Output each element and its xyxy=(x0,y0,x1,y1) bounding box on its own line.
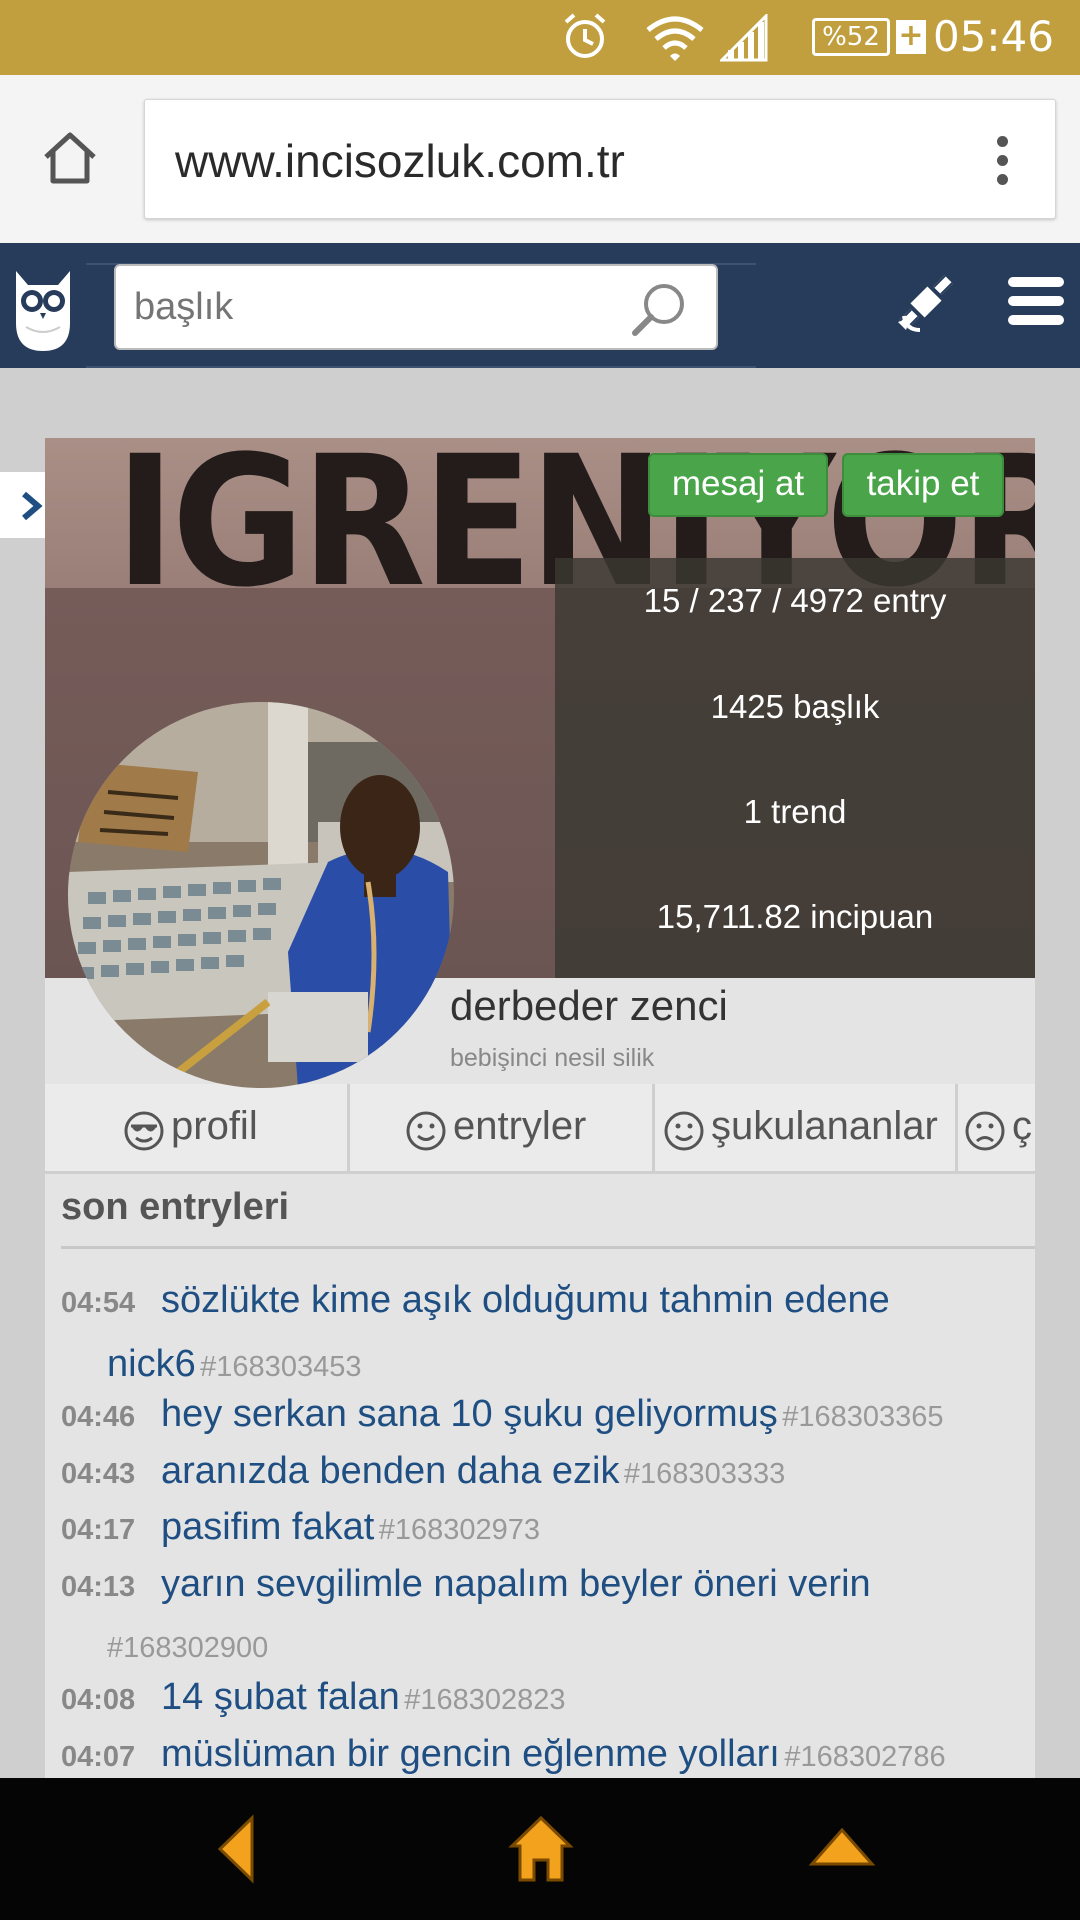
entry-title[interactable]: müslüman bir gencin eğlenme yolları xyxy=(161,1733,780,1775)
profile-tabs: profil entryler şukulananlar ç xyxy=(45,1084,1035,1174)
wifi-icon xyxy=(646,16,704,61)
follow-button[interactable]: takip et xyxy=(842,453,1004,517)
scroll-top-icon[interactable] xyxy=(808,1824,876,1874)
entry-id[interactable]: #168302973 xyxy=(379,1514,540,1546)
entry-time: 04:07 xyxy=(61,1741,136,1773)
signal-icon xyxy=(720,14,768,62)
battery-icon: %52 xyxy=(812,18,890,56)
chevron-right-icon xyxy=(22,491,43,521)
entry-time: 04:43 xyxy=(61,1458,136,1490)
entry-time: 04:17 xyxy=(61,1514,136,1546)
list-item[interactable]: 04:54 sözlükte kime aşık olduğumu tahmin … xyxy=(61,1272,1031,1400)
tab-entryler[interactable]: entryler xyxy=(350,1084,655,1171)
avatar[interactable] xyxy=(68,702,454,1088)
navigation-bar xyxy=(0,1778,1080,1920)
entry-time: 04:08 xyxy=(61,1684,136,1716)
entry-id[interactable]: #168303333 xyxy=(624,1458,785,1490)
charging-icon: + xyxy=(896,20,926,54)
clock: 05:46 xyxy=(932,12,1054,61)
address-bar[interactable]: www.incisozluk.com.tr xyxy=(144,99,1056,219)
smile-icon xyxy=(406,1111,446,1151)
list-item[interactable]: 04:46 hey serkan sana 10 şuku geliyormuş … xyxy=(61,1386,1031,1450)
status-bar: %52 + 05:46 xyxy=(0,0,1080,75)
stat-points: 15,711.82 incipuan xyxy=(656,898,934,935)
smile-icon xyxy=(664,1111,704,1151)
entry-title-cont[interactable]: nick6 xyxy=(107,1343,196,1385)
entry-id[interactable]: #168302823 xyxy=(404,1684,565,1716)
username: derbeder zenci xyxy=(450,982,728,1029)
section-title: son entryleri xyxy=(61,1186,290,1228)
entry-title[interactable]: sözlükte kime aşık olduğumu tahmin edene xyxy=(161,1279,890,1321)
list-item[interactable]: 04:08 14 şubat falan #168302823 xyxy=(61,1669,1031,1733)
entry-id[interactable]: #168302900 xyxy=(107,1632,268,1664)
alarm-icon xyxy=(564,13,606,58)
user-title: bebişinci nesil silik xyxy=(450,1044,655,1072)
tab-profil[interactable]: profil xyxy=(45,1084,350,1171)
home-icon[interactable] xyxy=(40,127,100,187)
sad-face-icon xyxy=(965,1111,1005,1151)
recent-entries-section: son entryleri 04:54 sözlükte kime aşık ol… xyxy=(45,1174,1035,1778)
profile-stats: 15 / 237 / 4972 entry 1425 başlık 1 tren… xyxy=(555,558,1035,978)
entry-id[interactable]: #168302786 xyxy=(784,1741,945,1773)
tab-label: şukulananlar xyxy=(711,1104,938,1148)
stat-trend[interactable]: 1 trend xyxy=(555,793,1035,831)
hamburger-menu-icon[interactable] xyxy=(1008,277,1064,333)
satellite-icon[interactable] xyxy=(890,266,962,338)
url-text[interactable]: www.incisozluk.com.tr xyxy=(175,134,625,188)
entry-id[interactable]: #168303453 xyxy=(200,1351,361,1383)
back-icon[interactable] xyxy=(212,1814,262,1884)
list-item[interactable]: 04:07 müslüman bir gencin eğlenme yolları… xyxy=(61,1726,1031,1778)
tab-label: ç xyxy=(1012,1104,1032,1148)
site-header xyxy=(0,243,1080,368)
list-item[interactable]: 04:13 yarın sevgilimle napalım beyler öne… xyxy=(61,1556,1031,1681)
entry-title[interactable]: aranızda benden daha ezik xyxy=(161,1450,619,1492)
tab-sukulananlar[interactable]: şukulananlar xyxy=(655,1084,958,1171)
overflow-menu-icon[interactable] xyxy=(997,136,1009,186)
tab-curukler[interactable]: ç xyxy=(958,1084,1035,1171)
tab-label: profil xyxy=(171,1104,258,1148)
stat-topics[interactable]: 1425 başlık xyxy=(555,688,1035,726)
entry-id[interactable]: #168303365 xyxy=(782,1401,943,1433)
message-button[interactable]: mesaj at xyxy=(648,453,828,517)
stat-entries[interactable]: 15 / 237 / 4972 entry xyxy=(555,582,1035,620)
entry-title[interactable]: hey serkan sana 10 şuku geliyormuş xyxy=(161,1393,778,1435)
cool-face-icon xyxy=(124,1111,164,1151)
tab-label: entryler xyxy=(453,1104,587,1148)
entry-time: 04:13 xyxy=(61,1571,136,1603)
search-input[interactable] xyxy=(134,282,614,332)
home-icon[interactable] xyxy=(508,1814,574,1884)
entry-title[interactable]: yarın sevgilimle napalım beyler öneri ve… xyxy=(161,1563,871,1605)
browser-toolbar: www.incisozluk.com.tr xyxy=(0,75,1080,243)
entry-time: 04:54 xyxy=(61,1287,136,1319)
search-icon[interactable] xyxy=(630,280,688,338)
list-item[interactable]: 04:43 aranızda benden daha ezik #16830333… xyxy=(61,1443,1031,1507)
owl-logo-icon[interactable] xyxy=(10,263,76,353)
entry-title[interactable]: 14 şubat falan xyxy=(161,1676,400,1718)
search-box[interactable] xyxy=(114,264,718,350)
entry-time: 04:46 xyxy=(61,1401,136,1433)
list-item[interactable]: 04:17 pasifim fakat #168302973 xyxy=(61,1499,1031,1563)
entry-title[interactable]: pasifim fakat xyxy=(161,1506,374,1548)
